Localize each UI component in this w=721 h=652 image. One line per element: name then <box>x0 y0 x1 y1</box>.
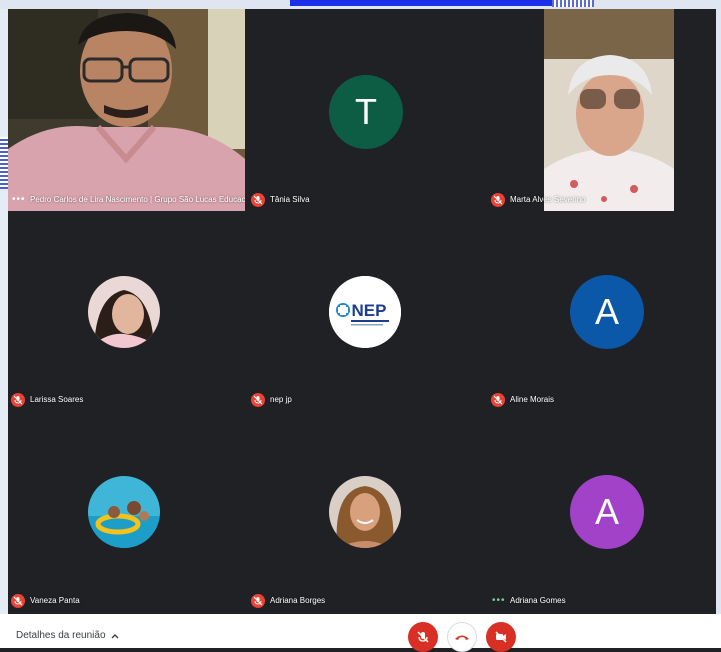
participant-name: nep jp <box>270 395 292 404</box>
browser-top-strip <box>0 0 721 9</box>
participant-tile-4[interactable]: Larissa Soares <box>8 213 245 411</box>
more-options-icon[interactable]: ••• <box>12 195 26 205</box>
mic-off-icon <box>251 193 265 207</box>
mic-off-icon <box>251 393 265 407</box>
avatar-initial: T <box>355 91 377 132</box>
participant-tile-2[interactable]: T Tânia Silva <box>248 9 485 211</box>
participant-tile-7[interactable]: Vaneza Panta <box>8 413 245 612</box>
avatar-initial: A <box>594 291 619 332</box>
participant-avatar: NEP <box>329 276 401 348</box>
participant-tile-3[interactable]: Marta Alves Severino <box>488 9 716 211</box>
mic-off-icon <box>11 594 25 608</box>
window-left-edge <box>0 9 8 614</box>
camera-off-icon <box>495 631 507 643</box>
participant-name: Larissa Soares <box>30 395 84 404</box>
window-left-pattern <box>0 137 8 189</box>
participant-name: Adriana Gomes <box>510 596 566 605</box>
participant-name: Pedro Carlos de Lira Nascimento | Grupo … <box>30 195 245 204</box>
participant-name: Tânia Silva <box>270 195 310 204</box>
participant-tile-8[interactable]: Adriana Borges <box>248 413 485 612</box>
participant-avatar: A <box>570 275 644 349</box>
browser-pattern <box>552 0 594 7</box>
participant-tile-9[interactable]: A ••• Adriana Gomes <box>488 413 716 612</box>
participant-avatar <box>88 276 160 348</box>
participant-video <box>544 9 674 211</box>
participant-avatar <box>88 476 160 548</box>
mic-off-icon <box>417 631 429 643</box>
participant-video <box>8 9 245 211</box>
participant-avatar <box>329 476 401 548</box>
mic-off-icon <box>491 393 505 407</box>
meeting-details-button[interactable]: Detalhes da reunião <box>16 630 106 641</box>
nep-logo-text: NEP <box>352 301 387 320</box>
participant-name: Vaneza Panta <box>30 596 80 605</box>
participant-avatar: A <box>570 475 644 549</box>
participant-name: Adriana Borges <box>270 596 326 605</box>
avatar-initial: A <box>594 491 619 532</box>
participant-name: Marta Alves Severino <box>510 195 586 204</box>
mic-off-icon <box>491 193 505 207</box>
mic-off-icon <box>11 393 25 407</box>
participant-tile-1[interactable]: ••• Pedro Carlos de Lira Nascimento | Gr… <box>8 9 245 211</box>
end-call-icon <box>455 635 469 640</box>
participant-tile-5[interactable]: NEP nep jp <box>248 213 485 411</box>
mic-off-icon <box>251 594 265 608</box>
window-right-edge <box>716 9 721 614</box>
participant-tile-6[interactable]: A Aline Morais <box>488 213 716 411</box>
participant-name: Aline Morais <box>510 395 555 404</box>
browser-tab-highlight <box>290 0 552 6</box>
participant-avatar: T <box>329 75 403 149</box>
audio-indicator-icon: ••• <box>492 595 506 606</box>
chevron-up-icon[interactable] <box>110 628 120 646</box>
meeting-controls-bar: Detalhes da reunião <box>0 614 721 652</box>
